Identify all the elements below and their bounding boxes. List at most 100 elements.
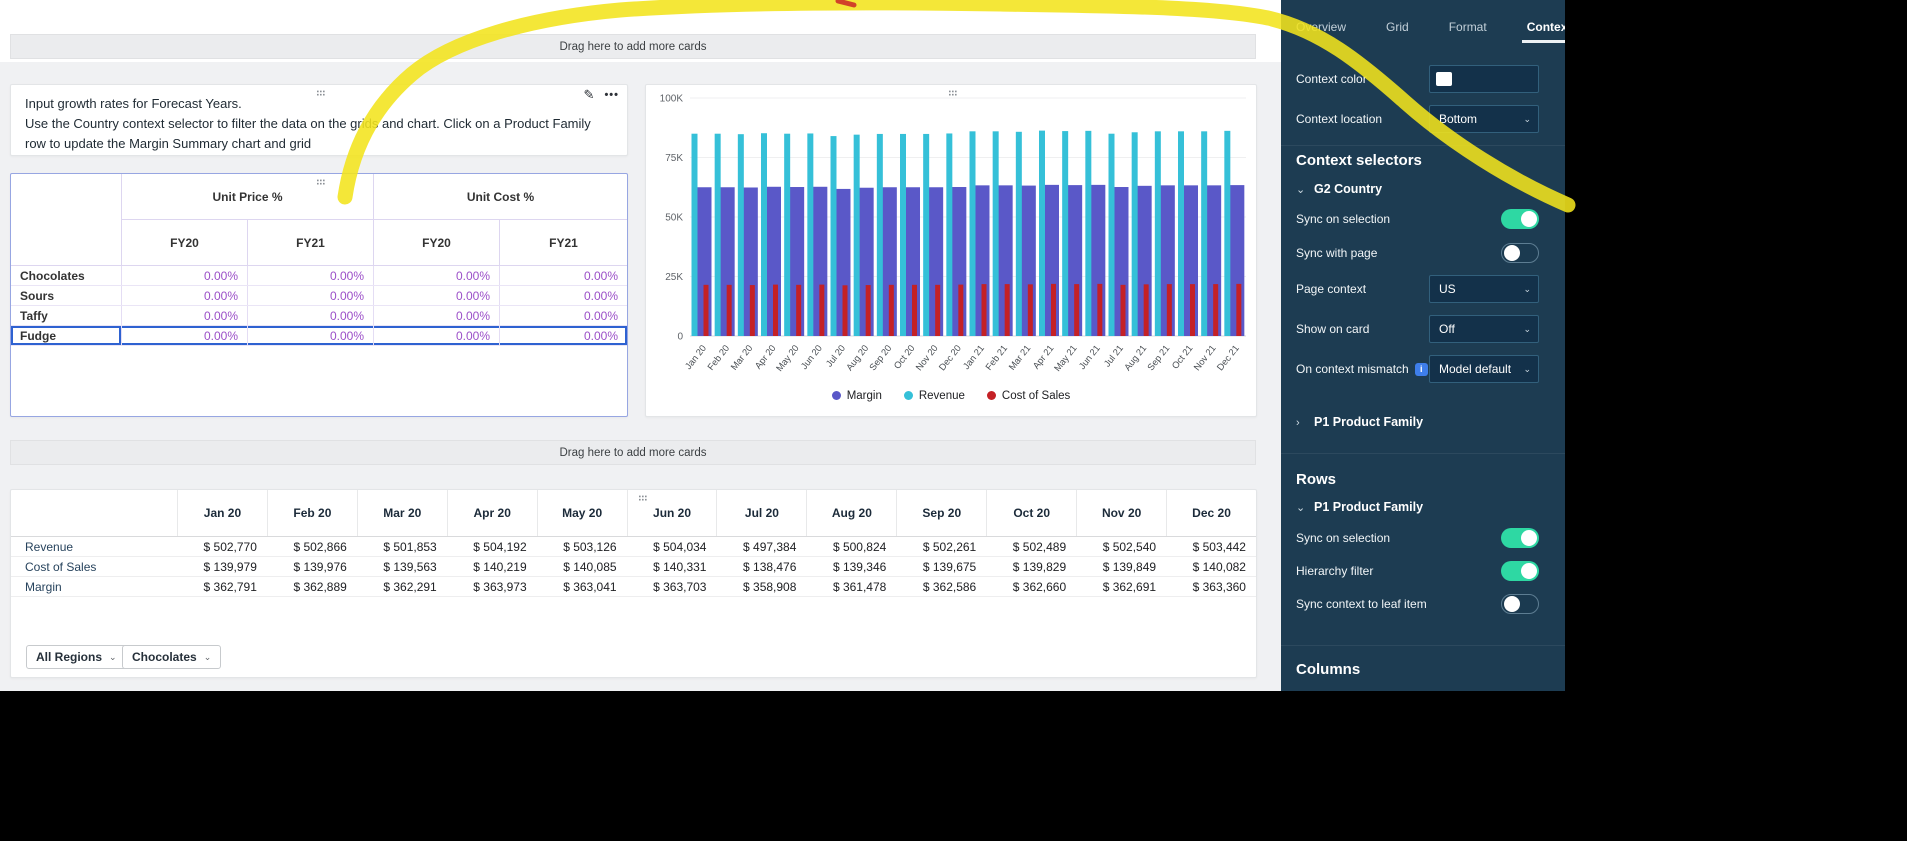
show-on-card-select[interactable]: Off ⌄: [1429, 315, 1539, 343]
growth-grid-cell[interactable]: 0.00%: [373, 326, 499, 345]
product-context-selector[interactable]: Chocolates ⌄: [122, 645, 222, 669]
page-context-select[interactable]: US ⌄: [1429, 275, 1539, 303]
growth-grid-cell[interactable]: 0.00%: [247, 266, 373, 285]
table-cell: $ 139,979: [203, 559, 257, 574]
growth-grid-cell[interactable]: 0.00%: [499, 266, 627, 285]
drag-handle-icon[interactable]: ⠿: [313, 89, 325, 97]
sync-on-selection-toggle[interactable]: [1501, 209, 1539, 229]
drag-handle-icon[interactable]: ⠿: [635, 494, 647, 502]
y-axis-label: 25K: [665, 272, 683, 283]
text-card[interactable]: ⠿ ✎ ••• Input growth rates for Forecast …: [10, 84, 628, 156]
bar-margin: [741, 187, 758, 336]
margin-summary-chart-card[interactable]: ⠿ 0 25K 50K 75K 100K Jan 20 Feb 20 Mar 20 Apr 20…: [645, 84, 1257, 417]
growth-input-grid-card[interactable]: ⠿ Unit Price % Unit Cost % FY20 FY21 FY2…: [10, 173, 628, 417]
growth-grid-row[interactable]: Sours 0.00% 0.00% 0.00% 0.00%: [11, 286, 627, 306]
page-context-row: Page context US ⌄: [1296, 275, 1539, 303]
bar-revenue: [691, 133, 698, 336]
growth-grid-cell[interactable]: 0.00%: [373, 266, 499, 285]
bar-cost-of-sales: [1236, 283, 1242, 336]
tab-format[interactable]: Format: [1449, 20, 1487, 34]
tab-context[interactable]: Context: [1521, 20, 1565, 43]
table-cell: $ 362,660: [1012, 579, 1067, 594]
sync-context-to-leaf-toggle[interactable]: [1501, 594, 1539, 614]
drag-handle-icon[interactable]: ⠿: [945, 89, 957, 97]
growth-grid-cell[interactable]: 0.00%: [373, 306, 499, 325]
legend-item[interactable]: Margin: [831, 390, 882, 402]
divider: [1281, 145, 1565, 146]
drop-zone-top[interactable]: Drag here to add more cards: [10, 34, 1256, 59]
g2-country-group-toggle[interactable]: ⌄ G2 Country: [1296, 182, 1382, 196]
bar-revenue: [761, 133, 767, 336]
tab-overview[interactable]: Overview: [1296, 20, 1346, 34]
bar-cost-of-sales: [703, 284, 709, 336]
hierarchy-filter-row: Hierarchy filter: [1296, 561, 1539, 581]
growth-grid-cell[interactable]: 0.00%: [247, 286, 373, 305]
bar-chart: 025K50K75K100KJan 20Feb 20Mar 20Apr 20Ma…: [660, 94, 1246, 373]
growth-grid-row[interactable]: Taffy 0.00% 0.00% 0.00% 0.00%: [11, 306, 627, 326]
growth-grid-cell[interactable]: 0.00%: [373, 286, 499, 305]
chevron-down-icon: ⌄: [1296, 184, 1306, 196]
rows-sync-on-selection-toggle[interactable]: [1501, 528, 1539, 548]
bar-margin: [927, 187, 944, 336]
row-label[interactable]: Fudge: [11, 326, 121, 345]
chevron-down-icon: ⌄: [1523, 284, 1531, 294]
row-label: Revenue: [25, 539, 74, 554]
growth-grid-cell[interactable]: 0.00%: [247, 306, 373, 325]
x-axis-label: Jun 20: [799, 343, 824, 371]
bar-cost-of-sales: [1027, 284, 1033, 336]
growth-grid-cell[interactable]: 0.00%: [121, 286, 247, 305]
growth-grid-cell[interactable]: 0.00%: [121, 326, 247, 345]
growth-grid-cell[interactable]: 0.00%: [499, 326, 627, 345]
x-axis-label: Jan 20: [683, 343, 708, 371]
bar-revenue: [876, 133, 883, 336]
table-cell: $ 362,889: [293, 579, 347, 594]
bar-revenue: [923, 133, 930, 336]
growth-grid-row[interactable]: Fudge 0.00% 0.00% 0.00% 0.00%: [11, 326, 627, 346]
column-header: Nov 20: [1076, 490, 1166, 536]
context-mismatch-select[interactable]: Model default ⌄: [1429, 355, 1539, 383]
region-context-selector[interactable]: All Regions ⌄: [26, 645, 127, 669]
table-header-row: Jan 20 Feb 20 Mar 20 Apr 20 May 20 Jun 20 Jul …: [11, 490, 1256, 537]
column-header: Oct 20: [986, 490, 1076, 536]
drop-zone-middle[interactable]: Drag here to add more cards: [10, 440, 1256, 465]
chevron-down-icon: ⌄: [1523, 114, 1531, 124]
context-color-picker[interactable]: [1429, 65, 1539, 93]
growth-grid-cell[interactable]: 0.00%: [499, 306, 627, 325]
text-card-line2: Use the Country context selector to filt…: [25, 116, 591, 151]
edit-pencil-icon[interactable]: ✎: [584, 87, 595, 103]
p1-product-family-group-toggle[interactable]: › P1 Product Family: [1296, 415, 1423, 429]
financial-table-card[interactable]: ⠿ Jan 20 Feb 20 Mar 20 Apr 20 May 20 Jun 20 Ju…: [10, 489, 1257, 678]
legend-item[interactable]: Revenue: [903, 390, 965, 402]
setting-label: Sync on selection: [1296, 531, 1391, 545]
table-cell: $ 139,829: [1012, 559, 1067, 574]
column-header: Dec 20: [1166, 490, 1256, 536]
growth-grid-cell[interactable]: 0.00%: [121, 266, 247, 285]
setting-label: Sync context to leaf item: [1296, 597, 1427, 611]
growth-grid-cell[interactable]: 0.00%: [121, 306, 247, 325]
rows-p1-product-family-toggle[interactable]: ⌄ P1 Product Family: [1296, 500, 1423, 514]
bar-cost-of-sales: [726, 284, 732, 336]
growth-grid-row[interactable]: Chocolates 0.00% 0.00% 0.00% 0.00%: [11, 266, 627, 286]
column-header: FY21: [247, 220, 373, 265]
row-label[interactable]: Chocolates: [11, 266, 121, 285]
table-cell: $ 502,770: [203, 539, 257, 554]
sync-with-page-toggle[interactable]: [1501, 243, 1539, 263]
x-axis-label: Dec 20: [937, 343, 963, 372]
growth-grid-cell[interactable]: 0.00%: [499, 286, 627, 305]
column-header: FY20: [121, 220, 247, 265]
row-label[interactable]: Sours: [11, 286, 121, 305]
legend-item[interactable]: Cost of Sales: [986, 390, 1071, 402]
tab-grid[interactable]: Grid: [1386, 20, 1409, 34]
context-location-select[interactable]: Bottom ⌄: [1429, 105, 1539, 133]
setting-label: Sync with page: [1296, 246, 1378, 260]
row-label[interactable]: Taffy: [11, 306, 121, 325]
legend-label: Cost of Sales: [1001, 390, 1071, 402]
x-axis-label: Jun 21: [1077, 343, 1102, 371]
drag-handle-icon[interactable]: ⠿: [313, 178, 325, 186]
chevron-down-icon: ⌄: [203, 651, 212, 662]
card-menu-icon[interactable]: •••: [604, 87, 619, 103]
info-icon[interactable]: i: [1414, 363, 1428, 376]
growth-grid-cell[interactable]: 0.00%: [247, 326, 373, 345]
hierarchy-filter-toggle[interactable]: [1501, 561, 1539, 581]
table-cell: $ 140,085: [563, 559, 617, 574]
